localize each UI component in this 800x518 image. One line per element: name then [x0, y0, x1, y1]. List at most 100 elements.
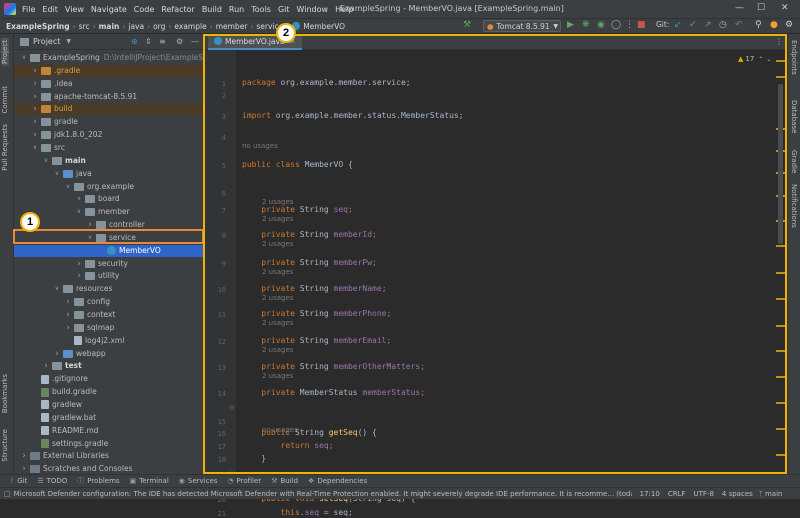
chevron-right-icon[interactable]: › — [64, 322, 72, 334]
locate-icon[interactable]: ⊕ — [131, 37, 138, 46]
git-push-icon[interactable]: ↗ — [704, 20, 712, 30]
git-commit-icon[interactable]: ✓ — [689, 20, 697, 30]
settings-gear-icon[interactable]: ⚙ — [785, 20, 793, 30]
tab-gradle[interactable]: Gradle — [790, 150, 798, 173]
tree-item-context[interactable]: › context — [64, 309, 115, 321]
menu-tools[interactable]: Tools — [251, 5, 271, 14]
maximize-icon[interactable]: ☐ — [757, 3, 765, 13]
tree-item-build[interactable]: › build — [31, 103, 72, 115]
run-configuration-select[interactable]: ● Tomcat 8.5.91 ▼ — [483, 20, 561, 32]
tree-item-board[interactable]: › board — [75, 193, 119, 205]
menu-file[interactable]: File — [22, 5, 35, 14]
tree-item-gradle[interactable]: › gradle — [31, 116, 78, 128]
chevron-down-icon[interactable]: ∨ — [75, 206, 83, 218]
git-update-icon[interactable]: ↙ — [674, 20, 682, 30]
tree-item-gitignore[interactable]: .gitignore — [31, 373, 88, 385]
hammer-icon[interactable]: ⚒ — [463, 20, 471, 30]
menu-code[interactable]: Code — [134, 5, 154, 14]
tree-item-apache-tomcat-8-5-91[interactable]: › apache-tomcat-8.5.91 — [31, 91, 137, 103]
tree-item-gradle[interactable]: › .gradle — [31, 65, 80, 77]
tab-notifications[interactable]: Notifications — [790, 184, 798, 228]
chevron-right-icon[interactable]: › — [75, 258, 83, 270]
update-icon[interactable]: ● — [770, 20, 778, 30]
chevron-down-icon[interactable]: ∨ — [53, 283, 61, 295]
rollback-icon[interactable]: ↶ — [735, 20, 743, 30]
tool-dependencies[interactable]: ❖ Dependencies — [308, 477, 367, 485]
chevron-right-icon[interactable]: › — [31, 116, 39, 128]
tree-item-java[interactable]: ∨ java — [53, 168, 92, 180]
tool-terminal[interactable]: ▣ Terminal — [130, 477, 169, 485]
tree-item-main[interactable]: ∨ main — [42, 155, 86, 167]
tree-item-gradlew-bat[interactable]: gradlew.bat — [31, 412, 96, 424]
chevron-down-icon[interactable]: ∨ — [31, 142, 39, 154]
breadcrumb-org[interactable]: org — [153, 22, 165, 31]
breadcrumb-src[interactable]: src — [79, 22, 90, 31]
tab-structure[interactable]: Structure — [1, 429, 9, 462]
tree-item-test[interactable]: › test — [42, 360, 82, 372]
tree-item-membervo[interactable]: MemberVO — [97, 245, 161, 257]
close-icon[interactable]: ✕ — [781, 3, 789, 13]
tree-item-utility[interactable]: › utility — [75, 270, 119, 282]
search-icon[interactable]: ⚲ — [755, 20, 762, 30]
collapse-all-icon[interactable]: ≡ — [159, 37, 166, 46]
chevron-down-icon[interactable]: ∨ — [64, 181, 72, 193]
expand-all-icon[interactable]: ⇕ — [145, 37, 152, 46]
tab-commit[interactable]: Commit — [1, 86, 9, 114]
tab-project[interactable]: Project — [1, 38, 9, 66]
options-gear-icon[interactable]: ⚙ — [176, 37, 183, 46]
tree-item-webapp[interactable]: › webapp — [53, 348, 105, 360]
history-icon[interactable]: ◷ — [719, 20, 727, 30]
breadcrumb-main[interactable]: main — [99, 22, 120, 31]
tool-build[interactable]: ⚒ Build — [271, 477, 298, 485]
tab-database[interactable]: Database — [790, 100, 798, 133]
breadcrumb-member[interactable]: member — [216, 22, 248, 31]
git-branch[interactable]: main — [765, 490, 783, 498]
tree-item-sqlmap[interactable]: › sqlmap — [64, 322, 114, 334]
chevron-down-icon[interactable]: ∨ — [20, 52, 28, 64]
menu-git[interactable]: Git — [278, 5, 290, 14]
status-message[interactable]: Microsoft Defender configuration: The ID… — [14, 489, 632, 499]
chevron-right-icon[interactable]: › — [75, 270, 83, 282]
tree-item-log4j2-xml[interactable]: log4j2.xml — [64, 335, 124, 347]
tree-item-resources[interactable]: ∨ resources — [53, 283, 112, 295]
tab-bookmarks[interactable]: Bookmarks — [1, 374, 9, 413]
tree-item-gradlew[interactable]: gradlew — [31, 399, 82, 411]
tool-problems[interactable]: ⓘ Problems — [77, 476, 119, 486]
chevron-right-icon[interactable]: › — [20, 450, 28, 462]
minimize-icon[interactable]: — — [735, 3, 744, 13]
breadcrumb-examplespring[interactable]: ExampleSpring — [6, 22, 70, 31]
tool-git[interactable]: ᚹ Git — [10, 477, 27, 485]
menu-window[interactable]: Window — [297, 5, 329, 14]
tree-item-jdk1-8-0-202[interactable]: › jdk1.8.0_202 — [31, 129, 102, 141]
line-separator[interactable]: CRLF — [668, 490, 686, 498]
tool-todo[interactable]: ☰ TODO — [37, 477, 67, 485]
chevron-right-icon[interactable]: › — [53, 348, 61, 360]
menu-run[interactable]: Run — [229, 5, 244, 14]
indent-setting[interactable]: 4 spaces — [722, 490, 753, 498]
hide-panel-icon[interactable]: — — [191, 37, 199, 46]
menu-edit[interactable]: Edit — [42, 5, 58, 14]
chevron-right-icon[interactable]: › — [42, 360, 50, 372]
file-encoding[interactable]: UTF-8 — [694, 490, 714, 498]
menu-build[interactable]: Build — [202, 5, 222, 14]
tool-services[interactable]: ◉ Services — [179, 477, 218, 485]
chevron-down-icon[interactable]: ▼ — [66, 38, 71, 45]
tree-item-build-gradle[interactable]: build.gradle — [31, 386, 97, 398]
tree-item-src[interactable]: ∨ src — [31, 142, 65, 154]
chevron-down-icon[interactable]: ∨ — [42, 155, 50, 167]
run-icon[interactable]: ▶ — [567, 20, 574, 30]
chevron-right-icon[interactable]: › — [31, 65, 39, 77]
chevron-down-icon[interactable]: ∨ — [53, 168, 61, 180]
stop-icon[interactable]: ■ — [637, 20, 646, 30]
tree-item-examplespring[interactable]: ∨ ExampleSpring D:\IntelliJProject\Example… — [20, 52, 223, 64]
tree-item-security[interactable]: › security — [75, 258, 128, 270]
chevron-right-icon[interactable]: › — [31, 129, 39, 141]
tree-item-org-example[interactable]: ∨ org.example — [64, 181, 134, 193]
breadcrumb-java[interactable]: java — [128, 22, 144, 31]
breadcrumb-membervo[interactable]: MemberVO — [303, 22, 345, 31]
debug-icon[interactable]: ❋ — [582, 20, 590, 30]
chevron-right-icon[interactable]: › — [64, 309, 72, 321]
chevron-right-icon[interactable]: › — [75, 193, 83, 205]
tree-item-readme-md[interactable]: README.md — [31, 425, 99, 437]
profile-icon[interactable]: ◯ — [611, 20, 621, 30]
